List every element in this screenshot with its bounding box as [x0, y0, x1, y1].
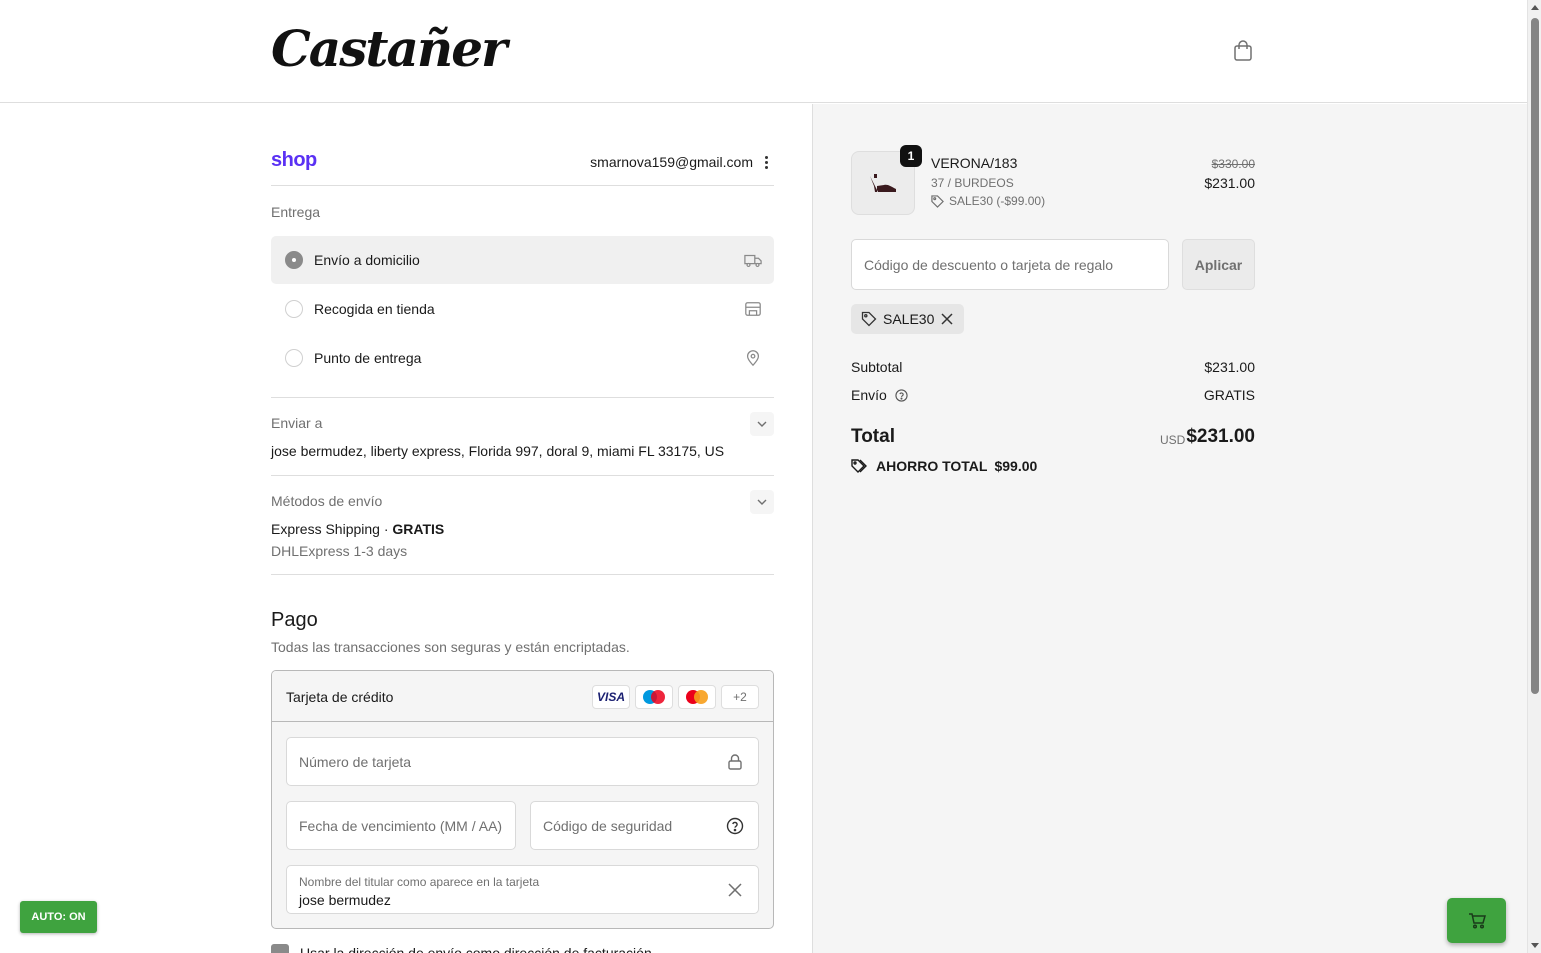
close-icon[interactable]	[726, 881, 744, 899]
shipping-method-label: Métodos de envío	[271, 493, 383, 509]
shopping-bag-icon[interactable]	[1230, 38, 1256, 64]
shipping-value: GRATIS	[1203, 387, 1255, 403]
cvv-field[interactable]	[530, 801, 759, 850]
original-price: $330.00	[1211, 157, 1255, 171]
site-header: Castañer	[0, 0, 1527, 103]
delivery-option-label: Punto de entrega	[314, 350, 422, 366]
delivery-option-pickup-point[interactable]: Punto de entrega	[271, 334, 774, 382]
truck-icon	[744, 254, 762, 268]
product-name: VERONA/183	[931, 155, 1018, 171]
product-variant: 37 / BURDEOS	[931, 176, 1014, 190]
shop-pay-logo: shop	[271, 149, 317, 171]
scroll-down-arrow[interactable]	[1531, 943, 1539, 948]
cardholder-name-value[interactable]: jose bermudez	[299, 892, 391, 908]
savings-label: AHORRO TOTAL	[876, 458, 988, 474]
shipping-method-name: Express Shipping ·	[271, 521, 393, 537]
divider	[271, 475, 774, 476]
maestro-icon	[635, 685, 673, 709]
scroll-up-arrow[interactable]	[1531, 5, 1539, 10]
delivery-option-home[interactable]: Envío a domicilio	[271, 236, 774, 284]
shipping-method-price: GRATIS	[392, 521, 445, 537]
card-number-field[interactable]	[286, 737, 759, 786]
radio-button[interactable]	[285, 349, 303, 367]
delivery-label: Entrega	[271, 204, 321, 220]
item-price: $231.00	[1204, 175, 1255, 191]
cart-icon[interactable]	[1447, 898, 1506, 943]
shipping-label: Envío	[851, 387, 887, 403]
tag-icon	[931, 194, 944, 208]
discount-code-field[interactable]	[851, 239, 1169, 290]
credit-card-panel: Tarjeta de crédito VISA +2 Número de tar…	[271, 670, 774, 929]
billing-same-as-shipping[interactable]: Usar la dirección de envío como direcció…	[271, 942, 774, 953]
payment-subtitle: Todas las transacciones son seguras y es…	[271, 639, 630, 655]
billing-label: Usar la dirección de envío como direcció…	[300, 945, 652, 953]
total-label: Total	[851, 426, 895, 447]
discount-code-input[interactable]	[852, 240, 1168, 289]
lock-icon	[728, 754, 742, 770]
shop-account-row: shop smarnova159@gmail.com	[271, 146, 774, 186]
cvv-input[interactable]	[531, 802, 758, 849]
shipping-carrier: DHLExpress 1-3 days	[271, 543, 408, 559]
visa-icon: VISA	[592, 685, 630, 709]
payment-title: Pago	[271, 609, 318, 631]
page-scrollbar[interactable]	[1527, 0, 1541, 953]
account-email: smarnova159@gmail.com	[590, 154, 753, 170]
shipping-address: jose bermudez, liberty express, Florida …	[271, 443, 725, 459]
store-icon	[745, 302, 761, 316]
chevron-down-icon[interactable]	[750, 490, 774, 514]
payment-method-credit-card[interactable]: Tarjeta de crédito VISA +2	[272, 671, 773, 722]
delivery-option-label: Envío a domicilio	[314, 252, 420, 268]
divider	[271, 397, 774, 398]
shipping-method: Express Shipping · GRATIS	[271, 521, 444, 537]
mastercard-icon	[678, 685, 716, 709]
divider	[271, 574, 774, 575]
chevron-down-icon[interactable]	[750, 412, 774, 436]
delivery-option-pickup[interactable]: Recogida en tienda	[271, 285, 774, 333]
total-currency: USD	[1160, 433, 1186, 447]
help-circle-icon[interactable]	[726, 817, 744, 835]
more-brands-badge: +2	[721, 685, 759, 709]
payment-method-label: Tarjeta de crédito	[286, 689, 394, 705]
shoe-icon	[870, 174, 896, 192]
tag-icon	[861, 311, 877, 327]
auto-toggle-button[interactable]: AUTO: ON	[20, 901, 97, 933]
cardholder-name-label: Nombre del titular como aparece en la ta…	[299, 875, 540, 889]
order-line-item: 1 VERONA/183 37 / BURDEOS SALE30 (-$99.0…	[851, 145, 1255, 215]
radio-button[interactable]	[285, 300, 303, 318]
order-summary-panel	[812, 104, 1527, 953]
quantity-badge: 1	[900, 145, 922, 167]
ship-to-label: Enviar a	[271, 415, 323, 431]
expiry-input[interactable]	[287, 802, 515, 849]
total-value: $231.00	[1186, 426, 1255, 447]
radio-button[interactable]	[285, 251, 303, 269]
subtotal-row: Subtotal $231.00	[851, 359, 1255, 375]
product-discount-text: SALE30 (-$99.00)	[949, 194, 1046, 208]
apply-discount-button[interactable]: Aplicar	[1182, 239, 1255, 290]
kebab-icon[interactable]	[760, 152, 772, 172]
billing-checkbox[interactable]	[271, 944, 289, 953]
close-icon[interactable]	[940, 312, 954, 326]
tags-icon	[851, 459, 867, 473]
card-number-input[interactable]	[287, 738, 758, 785]
subtotal-value: $231.00	[1204, 359, 1255, 375]
cardholder-name-field[interactable]: Nombre del titular como aparece en la ta…	[286, 865, 759, 914]
help-circle-icon[interactable]	[895, 389, 908, 402]
savings-value: $99.00	[994, 458, 1038, 474]
card-brands: VISA +2	[592, 685, 759, 709]
product-discount: SALE30 (-$99.00)	[931, 194, 1045, 208]
shipping-row: Envío GRATIS	[851, 387, 1255, 403]
brand-logo[interactable]: Castañer	[271, 14, 507, 84]
location-pin-icon	[746, 350, 760, 367]
delivery-option-label: Recogida en tienda	[314, 301, 435, 317]
subtotal-label: Subtotal	[851, 359, 903, 375]
expiry-field[interactable]	[286, 801, 516, 850]
total-savings: AHORRO TOTAL $99.00	[851, 458, 1037, 474]
applied-discount-tag: SALE30	[851, 304, 965, 334]
scrollbar-thumb[interactable]	[1531, 18, 1539, 694]
applied-discount-code: SALE30	[883, 311, 935, 327]
